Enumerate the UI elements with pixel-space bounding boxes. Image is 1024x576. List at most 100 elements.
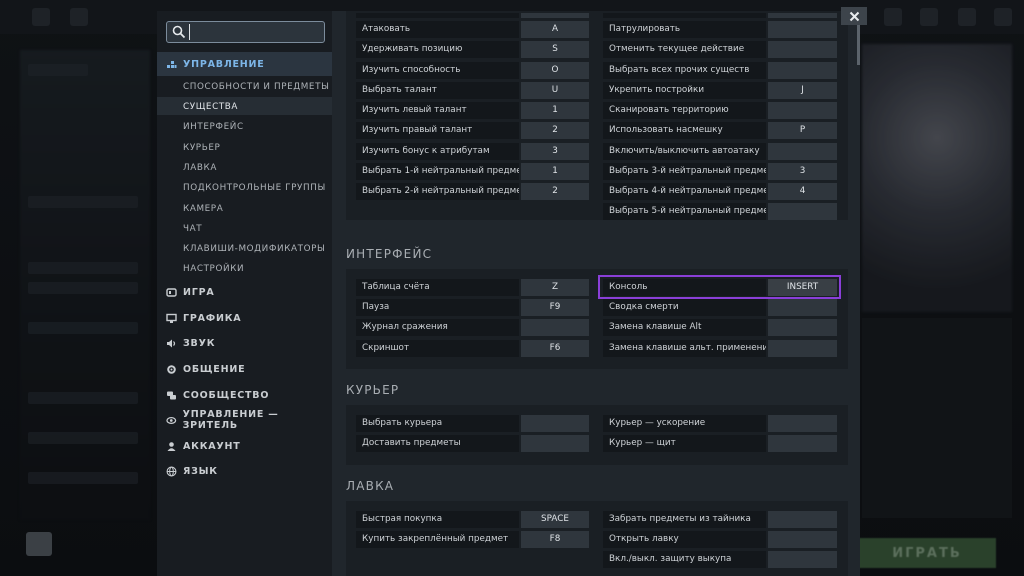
keybind-label: Пауза [356, 299, 519, 316]
category-label: УПРАВЛЕНИЕ [183, 58, 265, 70]
keybind-key[interactable]: 2 [521, 122, 589, 139]
category-label: ГРАФИКА [183, 312, 242, 324]
keybind-label: Выбрать 3-й нейтральный предмет [603, 163, 766, 180]
keybind-key[interactable] [521, 319, 589, 336]
keybind-key[interactable]: F9 [521, 299, 589, 316]
keybind-label: Скриншот [356, 340, 519, 357]
control-icon [167, 60, 177, 68]
keybind-key[interactable] [768, 415, 837, 432]
keybind-key[interactable]: 1 [521, 163, 589, 180]
keybind-label: Курьер — щит [603, 435, 766, 452]
keybind-label-partial [603, 13, 766, 18]
keybind-label: Использовать насмешку [603, 122, 766, 139]
keybind-label: Атаковать [356, 21, 519, 38]
user-icon [167, 441, 176, 451]
keybind-label: Отменить текущее действие [603, 41, 766, 58]
category-label: ОБЩЕНИЕ [183, 363, 246, 375]
keybind-key[interactable]: F8 [521, 531, 589, 548]
search-icon [172, 25, 186, 39]
keybind-key[interactable]: Z [521, 279, 589, 296]
keybind-label: Доставить предметы [356, 435, 519, 452]
category-language[interactable]: ЯЗЫК [166, 462, 218, 480]
keybind-key[interactable] [768, 340, 837, 357]
content-scrollbar[interactable] [857, 25, 860, 65]
keybind-key[interactable]: J [768, 82, 837, 99]
subitem-units[interactable]: СУЩЕСТВА [183, 100, 238, 114]
keybind-label: Выбрать 4-й нейтральный предмет [603, 183, 766, 200]
keybind-key[interactable] [768, 203, 837, 220]
keybind-key[interactable] [768, 41, 837, 58]
category-account[interactable]: АККАУНТ [166, 437, 241, 455]
keybind-key[interactable] [768, 299, 837, 316]
keybind-key[interactable] [768, 319, 837, 336]
keybind-key[interactable]: 3 [768, 163, 837, 180]
keybind-label: Открыть лавку [603, 531, 766, 548]
category-label: ЗВУК [183, 337, 216, 349]
keybind-key[interactable]: 1 [521, 102, 589, 119]
keybind-key[interactable] [768, 62, 837, 79]
keybind-label: Выбрать курьера [356, 415, 519, 432]
keybind-key[interactable]: 4 [768, 183, 837, 200]
keybind-key[interactable] [521, 415, 589, 432]
keybind-label: Сводка смерти [603, 299, 766, 316]
category-label: СООБЩЕСТВО [183, 389, 270, 401]
keybind-label: Купить закреплённый предмет [356, 531, 519, 548]
keybind-label: Изучить способность [356, 62, 519, 79]
keybind-label: Журнал сражения [356, 319, 519, 336]
subitem-interface[interactable]: ИНТЕРФЕЙС [183, 120, 244, 134]
keybind-label: Сканировать территорию [603, 102, 766, 119]
category-game[interactable]: ИГРА [166, 283, 215, 301]
subitem-shop[interactable]: ЛАВКА [183, 161, 217, 175]
keybind-key[interactable] [768, 511, 837, 528]
keybind-key[interactable] [768, 21, 837, 38]
subitem-abilities-items[interactable]: СПОСОБНОСТИ И ПРЕДМЕТЫ [183, 80, 329, 94]
keybind-label: Замена клавише альт. применения [603, 340, 766, 357]
category-label: ИГРА [183, 286, 215, 298]
monitor-icon [166, 313, 177, 323]
eye-icon [166, 416, 177, 424]
category-community[interactable]: СООБЩЕСТВО [166, 386, 269, 404]
subitem-chat[interactable]: ЧАТ [183, 222, 202, 236]
category-spectator-control[interactable]: УПРАВЛЕНИЕ — ЗРИТЕЛЬ [166, 409, 332, 431]
chat-bubbles-icon [167, 391, 176, 399]
keybind-key-console[interactable]: INSERT [768, 279, 837, 296]
category-social[interactable]: ОБЩЕНИЕ [166, 360, 245, 378]
keybind-key[interactable]: 2 [521, 183, 589, 200]
keybind-key[interactable]: A [521, 21, 589, 38]
keybind-label: Забрать предметы из тайника [603, 511, 766, 528]
keybind-key[interactable] [768, 143, 837, 160]
keybind-key[interactable] [768, 435, 837, 452]
keybind-label: Быстрая покупка [356, 511, 519, 528]
keybind-key[interactable]: U [521, 82, 589, 99]
close-button[interactable] [841, 7, 867, 25]
subitem-courier[interactable]: КУРЬЕР [183, 141, 220, 155]
category-graphics[interactable]: ГРАФИКА [166, 309, 241, 327]
category-label: УПРАВЛЕНИЕ — ЗРИТЕЛЬ [182, 409, 279, 431]
keybind-key[interactable] [768, 551, 837, 568]
keybind-key[interactable] [768, 102, 837, 119]
close-icon [849, 11, 859, 21]
subitem-modifier-keys[interactable]: КЛАВИШИ-МОДИФИКАТОРЫ [183, 242, 325, 256]
keybind-key[interactable] [768, 531, 837, 548]
keybind-key[interactable] [521, 435, 589, 452]
keybind-key[interactable]: 3 [521, 143, 589, 160]
search-input[interactable] [189, 24, 319, 40]
keybind-key[interactable]: P [768, 122, 837, 139]
keybind-label: Выбрать всех прочих существ [603, 62, 766, 79]
search-box[interactable] [166, 21, 325, 43]
settings-content: Атаковать A Удерживать позицию S Изучить… [332, 11, 860, 576]
subitem-camera[interactable]: КАМЕРА [183, 202, 223, 216]
keybind-key[interactable]: SPACE [521, 511, 589, 528]
keybind-label: Изучить бонус к атрибутам [356, 143, 519, 160]
subitem-control-groups[interactable]: ПОДКОНТРОЛЬНЫЕ ГРУППЫ [183, 181, 326, 195]
category-control[interactable]: УПРАВЛЕНИЕ [166, 55, 265, 73]
keybind-key-partial [521, 13, 589, 18]
subitem-settings[interactable]: НАСТРОЙКИ [183, 262, 244, 276]
keybind-label-partial [356, 13, 519, 18]
keybind-label: Укрепить постройки [603, 82, 766, 99]
keybind-key[interactable]: S [521, 41, 589, 58]
category-sound[interactable]: ЗВУК [166, 334, 215, 352]
keybind-key[interactable]: O [521, 62, 589, 79]
keybind-label: Замена клавише Alt [603, 319, 766, 336]
keybind-key[interactable]: F6 [521, 340, 589, 357]
